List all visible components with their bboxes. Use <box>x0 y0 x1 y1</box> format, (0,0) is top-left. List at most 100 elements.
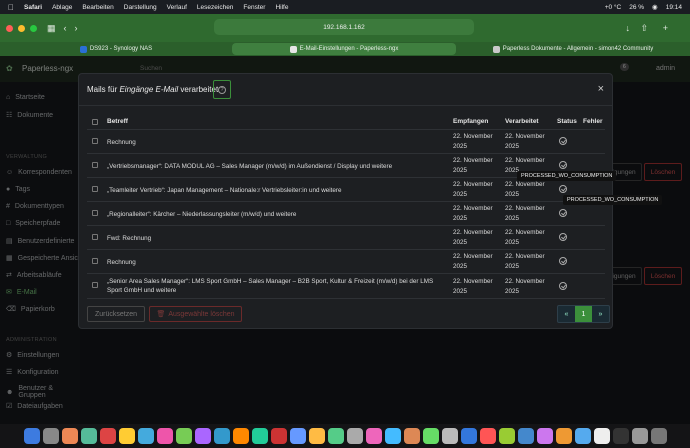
download-icon[interactable]: ↓ <box>626 23 631 33</box>
dock-app-icon[interactable] <box>194 428 211 444</box>
dock-app-icon[interactable] <box>403 428 420 444</box>
dock-app-icon[interactable] <box>650 428 667 444</box>
col-header-received[interactable]: Empfangen <box>453 118 488 125</box>
dock-app-icon[interactable] <box>346 428 363 444</box>
apple-menu-icon[interactable]:  <box>8 3 14 12</box>
table-row[interactable]: „Senior Area Sales Manager“: LMS Sport G… <box>87 273 605 299</box>
row-received: 22. November 2025 <box>453 157 493 174</box>
share-icon[interactable]: ⇧ <box>640 23 648 34</box>
dock-app-icon[interactable] <box>479 428 496 444</box>
menu-hilfe[interactable]: Hilfe <box>275 4 288 11</box>
row-processed: 22. November 2025 <box>505 181 545 198</box>
dock-app-icon[interactable] <box>61 428 78 444</box>
row-subject: Rechnung <box>107 139 136 146</box>
tab-paperless-mail[interactable]: E-Mail-Einstellungen - Paperless-ngx <box>232 43 456 55</box>
address-bar[interactable]: 192.168.1.162 <box>214 19 474 35</box>
row-checkbox[interactable] <box>92 282 98 288</box>
dock-app-icon[interactable] <box>175 428 192 444</box>
table-row[interactable]: Fwd: Rechnung 22. November 2025 22. Nove… <box>87 225 605 249</box>
dock-app-icon[interactable] <box>251 428 268 444</box>
dock-app-icon[interactable] <box>118 428 135 444</box>
dock-app-icon[interactable] <box>80 428 97 444</box>
status-check-icon[interactable] <box>559 282 567 290</box>
menu-ablage[interactable]: Ablage <box>52 4 72 11</box>
row-checkbox[interactable] <box>92 258 98 264</box>
reset-button[interactable]: Zurücksetzen <box>87 306 145 322</box>
dock-app-icon[interactable] <box>42 428 59 444</box>
battery-status[interactable]: 26 % <box>629 4 644 11</box>
dock-app-icon[interactable] <box>422 428 439 444</box>
close-icon[interactable]: × <box>598 83 604 95</box>
status-check-icon[interactable] <box>559 233 567 241</box>
dock-app-icon[interactable] <box>460 428 477 444</box>
menu-fenster[interactable]: Fenster <box>243 4 265 11</box>
dock-app-icon[interactable] <box>213 428 230 444</box>
table-row[interactable]: „Regionalleiter“: Kärcher – Niederlassun… <box>87 201 605 225</box>
dock-app-icon[interactable] <box>232 428 249 444</box>
dock-app-icon[interactable] <box>441 428 458 444</box>
dock-app-icon[interactable] <box>137 428 154 444</box>
status-check-icon[interactable] <box>559 257 567 265</box>
dock-app-icon[interactable] <box>631 428 648 444</box>
weather-status[interactable]: +0 °C <box>605 4 622 11</box>
status-check-icon[interactable] <box>559 209 567 217</box>
dock-app-icon[interactable] <box>384 428 401 444</box>
dock-app-icon[interactable] <box>593 428 610 444</box>
col-header-subject[interactable]: Betreff <box>107 118 128 125</box>
col-header-error[interactable]: Fehler <box>583 118 603 125</box>
forward-icon[interactable]: › <box>75 23 78 33</box>
select-all-checkbox[interactable] <box>92 119 98 125</box>
dock-app-icon[interactable] <box>270 428 287 444</box>
row-subject: „Teamleiter Vertrieb“: Japan Management … <box>107 187 342 194</box>
menu-lesezeichen[interactable]: Lesezeichen <box>197 4 234 11</box>
menu-verlauf[interactable]: Verlauf <box>167 4 187 11</box>
table-row[interactable]: Rechnung 22. November 2025 22. November … <box>87 129 605 153</box>
col-header-processed[interactable]: Verarbeitet <box>505 118 539 125</box>
minimize-window-icon[interactable] <box>18 24 25 32</box>
dock-app-icon[interactable] <box>555 428 572 444</box>
dock-app-icon[interactable] <box>612 428 629 444</box>
clock[interactable]: 19:14 <box>666 4 682 11</box>
help-button[interactable]: ? <box>213 80 231 99</box>
row-checkbox[interactable] <box>92 186 98 192</box>
page-next-button[interactable]: » <box>592 306 609 322</box>
sidebar-toggle-icon[interactable]: ▦ <box>47 23 56 34</box>
dock-app-icon[interactable] <box>536 428 553 444</box>
close-window-icon[interactable] <box>6 24 13 32</box>
menu-darstellung[interactable]: Darstellung <box>124 4 157 11</box>
delete-selected-button[interactable]: 🗑 Ausgewählte löschen <box>149 306 242 322</box>
dock-app-icon[interactable] <box>308 428 325 444</box>
dock-app-icon[interactable] <box>517 428 534 444</box>
tab-synology[interactable]: DS923 - Synology NAS <box>4 43 228 55</box>
status-check-icon[interactable] <box>559 137 567 145</box>
row-checkbox[interactable] <box>92 210 98 216</box>
status-tooltip: PROCESSED_WO_CONSUMPTION <box>517 171 617 181</box>
page-1-button[interactable]: 1 <box>575 306 592 322</box>
table-row[interactable]: Rechnung 22. November 2025 22. November … <box>87 249 605 273</box>
zoom-window-icon[interactable] <box>30 24 37 32</box>
status-check-icon[interactable] <box>559 161 567 169</box>
wifi-icon[interactable]: ◉ <box>652 3 658 11</box>
page-prev-button[interactable]: « <box>558 306 575 322</box>
dock-app-icon[interactable] <box>365 428 382 444</box>
dock-app-icon[interactable] <box>574 428 591 444</box>
dock-app-icon[interactable] <box>289 428 306 444</box>
row-checkbox[interactable] <box>92 162 98 168</box>
row-checkbox[interactable] <box>92 138 98 144</box>
dock-app-icon[interactable] <box>99 428 116 444</box>
dock-app-icon[interactable] <box>23 428 40 444</box>
delete-selected-label: Ausgewählte löschen <box>168 310 235 318</box>
menu-bearbeiten[interactable]: Bearbeiten <box>82 4 113 11</box>
dock-app-icon[interactable] <box>327 428 344 444</box>
new-tab-icon[interactable]: + <box>663 23 668 33</box>
back-icon[interactable]: ‹ <box>64 23 67 33</box>
row-checkbox[interactable] <box>92 234 98 240</box>
tab-community[interactable]: Paperless Dokumente - Allgemein - simon4… <box>460 43 686 55</box>
dock-app-icon[interactable] <box>156 428 173 444</box>
col-header-status[interactable]: Status <box>557 118 577 125</box>
pagination: « 1 » <box>557 305 610 323</box>
menu-safari[interactable]: Safari <box>24 4 42 11</box>
tab-label: E-Mail-Einstellungen - Paperless-ngx <box>299 46 399 52</box>
dock-app-icon[interactable] <box>498 428 515 444</box>
status-check-icon[interactable] <box>559 185 567 193</box>
